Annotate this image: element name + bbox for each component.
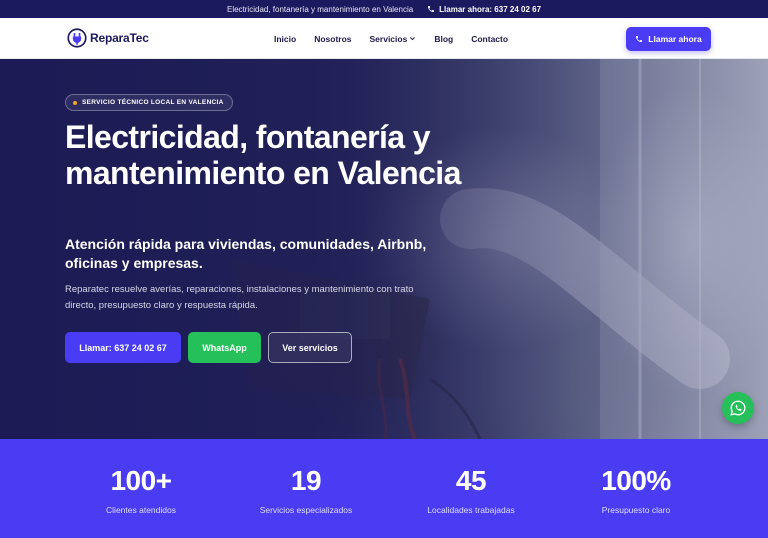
view-services-button[interactable]: Ver servicios <box>268 332 352 363</box>
stat-value: 100% <box>601 465 671 496</box>
nav-item-servicios[interactable]: Servicios <box>370 34 417 44</box>
main-nav: Inicio Nosotros Servicios Blog Contacto <box>274 18 508 59</box>
stat-value: 100+ <box>110 465 172 496</box>
nav-item-inicio[interactable]: Inicio <box>274 34 296 44</box>
nav-label: Inicio <box>274 33 297 44</box>
stat-label: Clientes atendidos <box>106 505 176 515</box>
whatsapp-icon <box>730 400 746 416</box>
call-phone-button[interactable]: Llamar: 637 24 02 67 <box>65 332 181 363</box>
phone-icon <box>636 36 643 42</box>
hero-description: Reparatec resuelve averías, reparaciones… <box>65 284 414 311</box>
chevron-down-icon <box>410 37 416 41</box>
stat-label: Presupuesto claro <box>601 505 671 515</box>
nav-item-nosotros[interactable]: Nosotros <box>314 34 351 44</box>
call-now-button[interactable]: Llamar ahora <box>626 27 711 51</box>
stat-item: 100% Presupuesto claro <box>556 465 716 515</box>
hero-section: SERVICIO TÉCNICO LOCAL EN VALENCIA Elect… <box>0 59 768 439</box>
hero-badge: SERVICIO TÉCNICO LOCAL EN VALENCIA <box>65 94 233 111</box>
stat-label: Servicios especializados <box>259 505 353 515</box>
top-bar-tagline: Electricidad, fontanería y mantenimiento… <box>226 4 414 14</box>
top-bar-phone-label: Llamar ahora: 637 24 02 67 <box>439 4 542 14</box>
floating-whatsapp-button[interactable] <box>722 392 754 424</box>
stat-label: Localidades trabajadas <box>427 505 515 515</box>
top-bar: Electricidad, fontanería y mantenimiento… <box>0 0 768 18</box>
stat-item: 19 Servicios especializados <box>226 465 386 515</box>
nav-label: Contacto <box>471 33 509 44</box>
badge-dot-icon <box>73 100 77 105</box>
brand-logo[interactable]: ReparaTec <box>67 28 149 48</box>
main-header: ReparaTec Inicio Nosotros Servicios Blog… <box>0 18 768 59</box>
top-bar-phone-link[interactable]: Llamar ahora: 637 24 02 67 <box>427 5 541 14</box>
nav-label: Servicios <box>369 33 408 44</box>
nav-label: Blog <box>434 33 454 44</box>
stat-item: 45 Localidades trabajadas <box>391 465 551 515</box>
whatsapp-button[interactable]: WhatsApp <box>188 332 261 363</box>
nav-item-contacto[interactable]: Contacto <box>471 34 508 44</box>
nav-label: Nosotros <box>314 33 352 44</box>
hero-subtitle: Atención rápida para viviendas, comunida… <box>65 236 427 271</box>
stat-item: 100+ Clientes atendidos <box>61 465 221 515</box>
plug-logo-icon <box>67 28 87 48</box>
stat-value: 45 <box>455 465 487 496</box>
stat-value: 19 <box>290 465 322 496</box>
brand-name: ReparaTec <box>90 31 149 45</box>
hero-title: Electricidad, fontanería y mantenimiento… <box>65 119 461 191</box>
call-now-label: Llamar ahora <box>648 34 702 44</box>
phone-icon <box>428 6 435 12</box>
stats-section: 100+ Clientes atendidos 19 Servicios esp… <box>0 439 768 538</box>
hero-badge-text: SERVICIO TÉCNICO LOCAL EN VALENCIA <box>82 99 224 106</box>
nav-item-blog[interactable]: Blog <box>434 34 453 44</box>
